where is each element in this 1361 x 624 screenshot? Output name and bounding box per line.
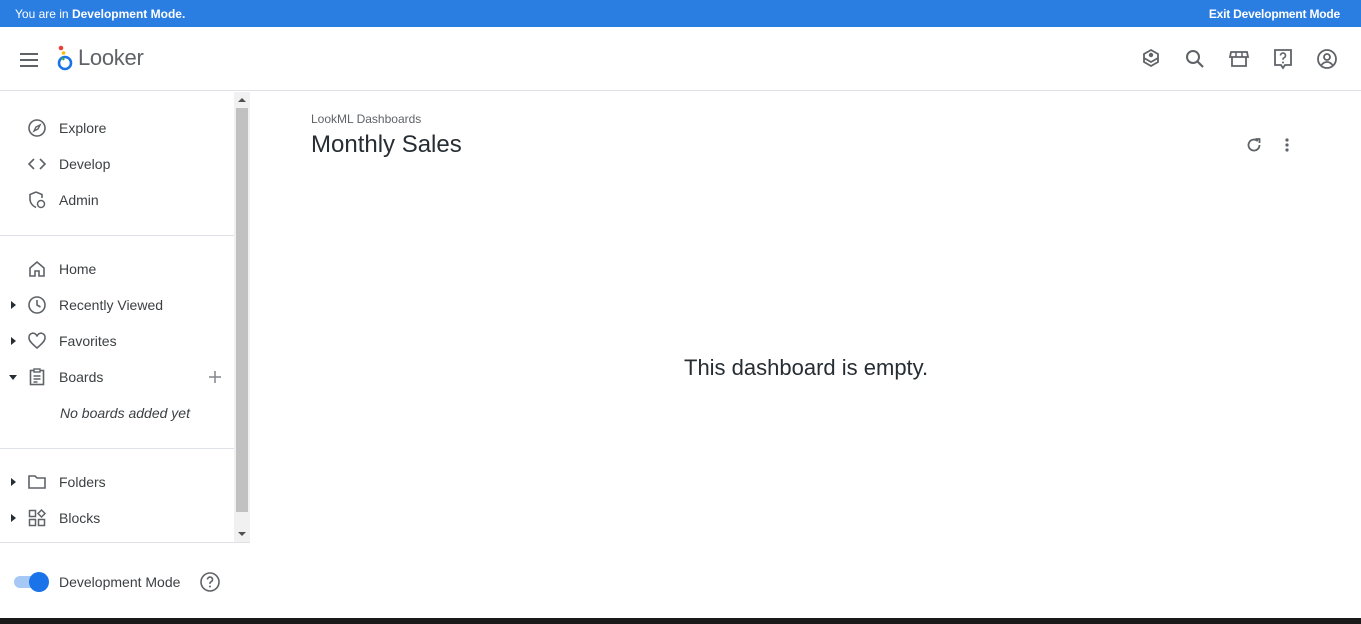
sidebar-scrollbar-thumb[interactable] bbox=[236, 108, 248, 512]
taskbar-edge bbox=[0, 618, 1361, 624]
scroll-down-arrow[interactable] bbox=[234, 526, 250, 542]
toggle-knob bbox=[29, 572, 49, 592]
help-circle-icon[interactable] bbox=[199, 571, 221, 593]
looker-logo[interactable]: Looker bbox=[56, 45, 144, 71]
caret-right-icon[interactable] bbox=[8, 513, 18, 523]
development-mode-label: Development Mode bbox=[59, 574, 181, 590]
sidebar-item-home[interactable]: Home bbox=[0, 251, 234, 287]
compass-icon bbox=[28, 119, 46, 137]
blocks-icon bbox=[28, 508, 47, 527]
caret-right-icon[interactable] bbox=[8, 477, 18, 487]
sidebar-item-label: Explore bbox=[59, 120, 107, 136]
help-icon[interactable] bbox=[1271, 47, 1295, 71]
sidebar-item-label: Blocks bbox=[59, 510, 101, 526]
menu-icon[interactable] bbox=[17, 48, 41, 72]
sidebar-item-label: Admin bbox=[59, 192, 99, 208]
search-icon[interactable] bbox=[1183, 47, 1207, 71]
marketplace-box-icon[interactable] bbox=[1139, 47, 1163, 71]
clipboard-icon bbox=[29, 368, 45, 386]
sidebar-item-boards[interactable]: Boards bbox=[0, 359, 234, 395]
add-board-icon[interactable] bbox=[207, 369, 223, 385]
caret-right-icon[interactable] bbox=[8, 336, 18, 346]
admin-shield-icon bbox=[29, 191, 46, 209]
sidebar-item-develop[interactable]: Develop bbox=[0, 146, 234, 182]
breadcrumb[interactable]: LookML Dashboards bbox=[311, 112, 421, 126]
sidebar-item-folders[interactable]: Folders bbox=[0, 464, 234, 500]
sidebar-item-admin[interactable]: Admin bbox=[0, 182, 234, 218]
looker-logo-icon bbox=[57, 45, 73, 71]
home-icon bbox=[29, 260, 45, 277]
sidebar-item-label: Favorites bbox=[59, 333, 117, 349]
scroll-down-icon bbox=[238, 532, 246, 536]
dashboard-content: LookML Dashboards Monthly Sales This das… bbox=[250, 92, 1361, 618]
page-title: Monthly Sales bbox=[311, 131, 462, 158]
code-icon bbox=[27, 158, 47, 170]
caret-right-icon[interactable] bbox=[8, 300, 18, 310]
scroll-up-icon bbox=[238, 98, 246, 102]
header-actions bbox=[1139, 47, 1339, 71]
brand-name: Looker bbox=[78, 45, 144, 70]
sidebar-divider bbox=[0, 235, 234, 236]
caret-down-icon[interactable] bbox=[8, 372, 18, 382]
top-header: Looker bbox=[0, 27, 1361, 91]
clock-icon bbox=[28, 296, 46, 314]
folder-icon bbox=[28, 475, 46, 489]
sidebar-item-label: Folders bbox=[59, 474, 106, 490]
sidebar-item-label: Recently Viewed bbox=[59, 297, 164, 313]
sidebar-item-label: Develop bbox=[59, 156, 111, 172]
dev-mode-status: You are in Development Mode. bbox=[15, 6, 186, 21]
sidebar-footer: Development Mode bbox=[0, 542, 250, 618]
scroll-up-arrow[interactable] bbox=[234, 92, 250, 108]
refresh-icon[interactable] bbox=[1245, 136, 1263, 154]
sidebar-item-explore[interactable]: Explore bbox=[0, 110, 234, 146]
store-icon[interactable] bbox=[1227, 47, 1251, 71]
development-mode-toggle[interactable] bbox=[12, 572, 50, 592]
sidebar-item-recently-viewed[interactable]: Recently Viewed bbox=[0, 287, 234, 323]
sidebar-item-favorites[interactable]: Favorites bbox=[0, 323, 234, 359]
heart-icon bbox=[28, 332, 46, 350]
sidebar-divider bbox=[0, 448, 234, 449]
sidebar-item-label: Boards bbox=[59, 369, 104, 385]
no-boards-message: No boards added yet bbox=[60, 405, 190, 421]
account-icon[interactable] bbox=[1315, 47, 1339, 71]
development-mode-banner: You are in Development Mode. Exit Develo… bbox=[0, 0, 1361, 27]
exit-development-mode-link[interactable]: Exit Development Mode bbox=[1209, 7, 1340, 21]
empty-dashboard-message: This dashboard is empty. bbox=[684, 355, 929, 380]
sidebar-item-blocks[interactable]: Blocks bbox=[0, 500, 234, 536]
sidebar-item-label: Home bbox=[59, 261, 97, 277]
sidebar: Explore Develop Admin Home Recently View… bbox=[0, 92, 234, 542]
more-vertical-icon[interactable] bbox=[1278, 136, 1296, 154]
